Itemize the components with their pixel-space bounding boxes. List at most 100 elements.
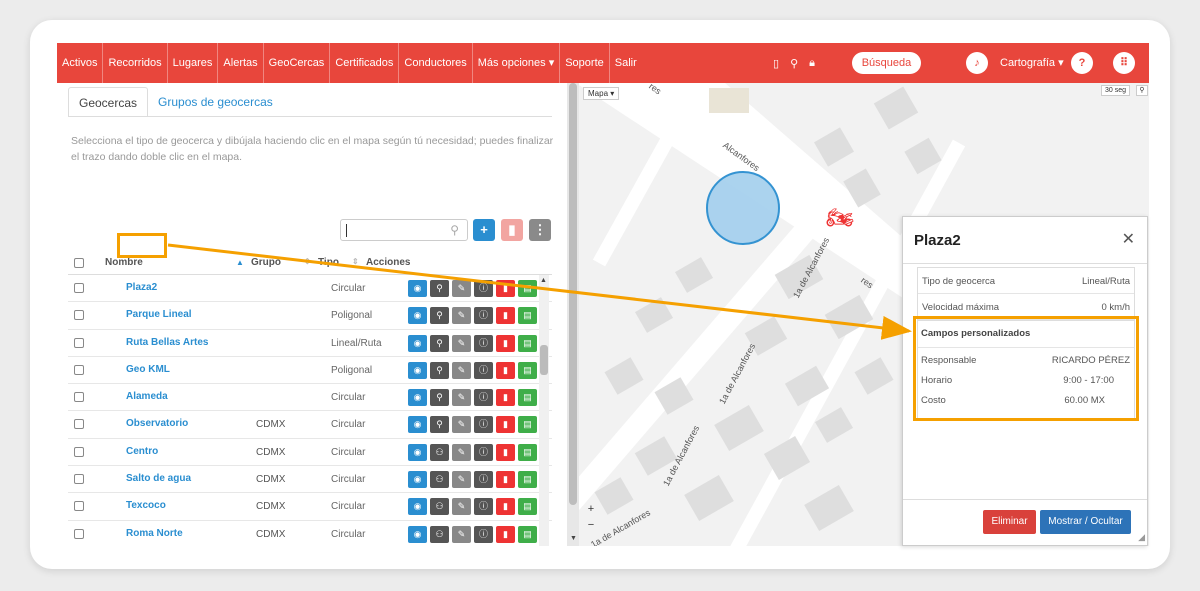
table-scrollbar[interactable]: ▲ bbox=[539, 275, 549, 546]
cartografia-menu[interactable]: Cartografía ▾ bbox=[1000, 43, 1064, 83]
apps-grid-icon[interactable]: ⠿ bbox=[1113, 52, 1135, 74]
nav-soporte[interactable]: Soporte bbox=[560, 43, 610, 83]
geofence-circle[interactable] bbox=[706, 171, 780, 245]
geofence-name-link[interactable]: Texcoco bbox=[126, 500, 166, 511]
delete-icon[interactable]: ▮ bbox=[496, 307, 515, 325]
nav-conductores[interactable]: Conductores bbox=[399, 43, 473, 83]
assign-user-icon[interactable]: ⚇ bbox=[430, 443, 449, 461]
assign-user-icon[interactable]: ⚲ bbox=[430, 307, 449, 325]
delete-icon[interactable]: ▮ bbox=[496, 471, 515, 489]
nav-activos[interactable]: Activos bbox=[57, 43, 104, 83]
visibility-icon[interactable]: ◉ bbox=[408, 307, 427, 325]
nav-lugares[interactable]: Lugares bbox=[168, 43, 219, 83]
assign-user-icon[interactable]: ⚲ bbox=[430, 389, 449, 407]
sort-icon[interactable]: ⇕ bbox=[304, 257, 311, 266]
assign-user-icon[interactable]: ⚇ bbox=[430, 471, 449, 489]
delete-icon[interactable]: ▮ bbox=[496, 280, 515, 297]
close-icon[interactable]: ✕ bbox=[1122, 229, 1135, 249]
table-row[interactable]: Ruta Bellas Artes Lineal/Ruta ◉ ⚲ ✎ ⓘ ▮ ▤ bbox=[68, 330, 552, 357]
visibility-icon[interactable]: ◉ bbox=[408, 498, 427, 516]
info-icon[interactable]: ⓘ bbox=[474, 416, 493, 434]
delete-icon[interactable]: ▮ bbox=[496, 525, 515, 543]
tab-grupos-de-geocercas[interactable]: Grupos de geocercas bbox=[148, 87, 283, 117]
geofence-name-link[interactable]: Geo KML bbox=[126, 364, 170, 375]
scroll-down-icon[interactable]: ▼ bbox=[570, 535, 577, 542]
row-checkbox[interactable] bbox=[74, 419, 84, 430]
nav-mas-opciones[interactable]: Más opciones ▾ bbox=[473, 43, 561, 83]
assign-user-icon[interactable]: ⚲ bbox=[430, 334, 449, 352]
table-row[interactable]: Alameda Circular ◉ ⚲ ✎ ⓘ ▮ ▤ bbox=[68, 384, 552, 412]
report-icon[interactable]: ▤ bbox=[518, 334, 537, 352]
delete-icon[interactable]: ▮ bbox=[496, 361, 515, 379]
row-checkbox[interactable] bbox=[74, 446, 84, 457]
search-input[interactable]: ⚲ bbox=[340, 219, 468, 241]
assign-user-icon[interactable]: ⚲ bbox=[430, 361, 449, 379]
busqueda-button[interactable]: Búsqueda bbox=[852, 52, 921, 74]
info-icon[interactable]: ⓘ bbox=[474, 307, 493, 325]
delete-icon[interactable]: ▮ bbox=[496, 416, 515, 434]
report-icon[interactable]: ▤ bbox=[518, 471, 537, 489]
info-icon[interactable]: ⓘ bbox=[474, 334, 493, 352]
report-icon[interactable]: ▤ bbox=[518, 416, 537, 434]
delete-icon[interactable]: ▮ bbox=[496, 498, 515, 516]
table-row[interactable]: Parque Lineal Poligonal ◉ ⚲ ✎ ⓘ ▮ ▤ bbox=[68, 302, 552, 330]
geofence-name-link[interactable]: Observatorio bbox=[126, 418, 188, 429]
vehicle-motorcycle-icon[interactable]: 🏍︎ bbox=[826, 205, 854, 231]
edit-pencil-icon[interactable]: ✎ bbox=[452, 416, 471, 434]
row-checkbox[interactable] bbox=[74, 337, 84, 348]
assign-user-icon[interactable]: ⚇ bbox=[430, 525, 449, 543]
table-row[interactable]: Centro CDMX Circular ◉ ⚇ ✎ ⓘ ▮ ▤ bbox=[68, 439, 552, 467]
visibility-icon[interactable]: ◉ bbox=[408, 443, 427, 461]
splitter-thumb[interactable] bbox=[569, 83, 577, 505]
edit-pencil-icon[interactable]: ✎ bbox=[452, 334, 471, 352]
mostrar-ocultar-button[interactable]: Mostrar / Ocultar bbox=[1040, 510, 1131, 534]
edit-pencil-icon[interactable]: ✎ bbox=[452, 471, 471, 489]
edit-pencil-icon[interactable]: ✎ bbox=[452, 525, 471, 543]
search-icon[interactable]: ⚲ bbox=[790, 57, 798, 70]
report-icon[interactable]: ▤ bbox=[518, 389, 537, 407]
edit-pencil-icon[interactable]: ✎ bbox=[452, 389, 471, 407]
tab-geocercas[interactable]: Geocercas bbox=[68, 87, 149, 117]
bell-icon[interactable]: ♪ bbox=[966, 52, 988, 74]
edit-pencil-icon[interactable]: ✎ bbox=[452, 307, 471, 325]
delete-icon[interactable]: ▮ bbox=[496, 443, 515, 461]
row-checkbox[interactable] bbox=[74, 283, 84, 293]
visibility-icon[interactable]: ◉ bbox=[408, 525, 427, 543]
table-row[interactable]: Plaza2 Circular ◉ ⚲ ✎ ⓘ ▮ ▤ bbox=[68, 275, 552, 303]
bookmark-icon[interactable]: ▯ bbox=[773, 57, 779, 70]
nav-certificados[interactable]: Certificados bbox=[330, 43, 400, 83]
info-icon[interactable]: ⓘ bbox=[474, 471, 493, 489]
scroll-up-icon[interactable]: ▲ bbox=[540, 277, 547, 284]
help-icon[interactable]: ? bbox=[1071, 52, 1093, 74]
geofence-name-link[interactable]: Centro bbox=[126, 446, 158, 457]
row-checkbox[interactable] bbox=[74, 364, 84, 375]
row-checkbox[interactable] bbox=[74, 392, 84, 403]
table-row[interactable]: Observatorio CDMX Circular ◉ ⚲ ✎ ⓘ ▮ ▤ bbox=[68, 411, 552, 439]
eliminar-button[interactable]: Eliminar bbox=[983, 510, 1036, 534]
report-icon[interactable]: ▤ bbox=[518, 443, 537, 461]
resize-grip-icon[interactable]: ◢ bbox=[1138, 532, 1145, 543]
geofence-name-link[interactable]: Salto de agua bbox=[126, 473, 191, 484]
row-checkbox[interactable] bbox=[74, 528, 84, 539]
more-options-button[interactable]: ⋮ bbox=[529, 219, 551, 241]
assign-user-icon[interactable]: ⚇ bbox=[430, 498, 449, 516]
table-row[interactable]: Texcoco CDMX Circular ◉ ⚇ ✎ ⓘ ▮ ▤ bbox=[68, 493, 552, 521]
edit-pencil-icon[interactable]: ✎ bbox=[452, 280, 471, 297]
header-nombre[interactable]: Nombre bbox=[105, 257, 143, 268]
assign-user-icon[interactable]: ⚲ bbox=[430, 280, 449, 297]
table-row[interactable]: Salto de agua CDMX Circular ◉ ⚇ ✎ ⓘ ▮ ▤ bbox=[68, 466, 552, 494]
table-row[interactable]: Roma Norte CDMX Circular ◉ ⚇ ✎ ⓘ ▮ ▤ bbox=[68, 521, 552, 546]
nav-salir[interactable]: Salir bbox=[610, 43, 642, 83]
zoom-in-button[interactable]: + bbox=[583, 501, 599, 517]
select-all-checkbox[interactable] bbox=[74, 258, 84, 268]
edit-pencil-icon[interactable]: ✎ bbox=[452, 443, 471, 461]
info-icon[interactable]: ⓘ bbox=[474, 498, 493, 516]
report-icon[interactable]: ▤ bbox=[518, 307, 537, 325]
delete-icon[interactable]: ▮ bbox=[496, 389, 515, 407]
nav-alertas[interactable]: Alertas bbox=[218, 43, 264, 83]
assign-user-icon[interactable]: ⚲ bbox=[430, 416, 449, 434]
nav-recorridos[interactable]: Recorridos bbox=[103, 43, 168, 83]
refresh-timer[interactable]: 30 seg bbox=[1101, 85, 1131, 96]
header-grupo[interactable]: Grupo bbox=[251, 257, 281, 268]
table-row[interactable]: Geo KML Poligonal ◉ ⚲ ✎ ⓘ ▮ ▤ bbox=[68, 357, 552, 385]
